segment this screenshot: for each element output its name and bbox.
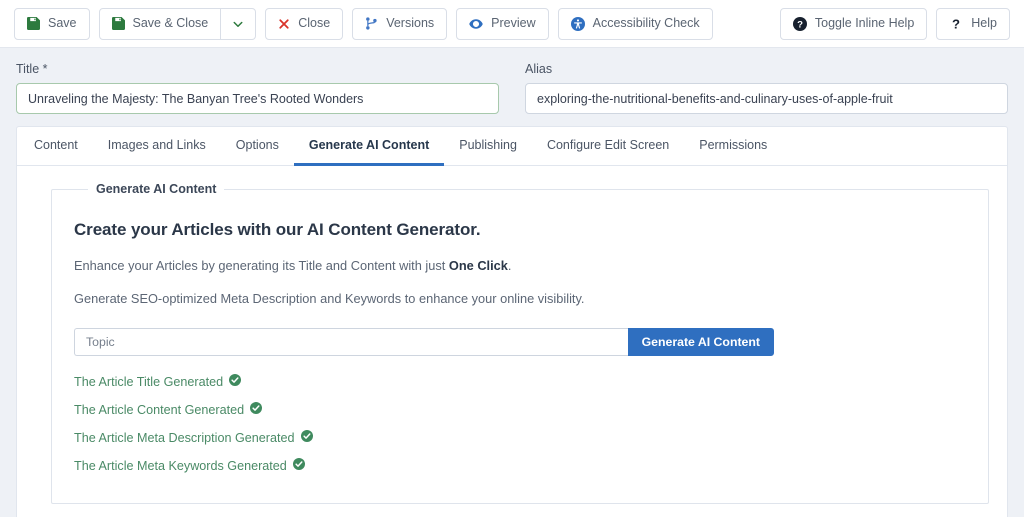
status-label: The Article Content Generated [74,402,245,417]
paragraph-1-pre: Enhance your Articles by generating its … [74,258,449,273]
fieldset-legend: Generate AI Content [96,182,217,196]
fieldset-paragraph-1: Enhance your Articles by generating its … [74,258,966,273]
generation-status-list: The Article Title Generated The Article … [74,374,966,473]
tab-generate-ai-content[interactable]: Generate AI Content [293,127,445,166]
help-button[interactable]: ? Help [936,7,1010,40]
check-circle-icon [292,458,305,473]
fieldset-headline: Create your Articles with our AI Content… [74,220,481,239]
alias-input[interactable] [525,83,1008,114]
versions-button-label: Versions [386,16,435,31]
alias-field-group: Alias [525,62,1008,114]
topic-input-row: Generate AI Content [74,328,774,356]
check-circle-icon [250,402,263,417]
save-and-close-group: Save & Close [98,7,257,40]
versions-button[interactable]: Versions [352,7,448,40]
fieldset-paragraph-2: Generate SEO-optimized Meta Description … [74,291,585,306]
status-label: The Article Meta Description Generated [74,430,295,445]
tab-configure-edit-screen[interactable]: Configure Edit Screen [532,127,684,166]
preview-button[interactable]: Preview [456,7,549,40]
toggle-inline-help-label: Toggle Inline Help [814,16,915,31]
save-floppy-icon [111,17,125,30]
title-label: Title * [16,62,48,76]
close-button[interactable]: Close [265,7,344,40]
tab-options[interactable]: Options [221,127,294,166]
accessibility-check-label: Accessibility Check [592,16,700,31]
accessibility-check-button[interactable]: Accessibility Check [557,7,713,40]
editor-tabs: Content Images and Links Options Generat… [17,127,1007,166]
save-button[interactable]: Save [14,7,90,40]
generate-ai-content-fieldset: Generate AI Content Create your Articles… [51,182,989,504]
topic-input[interactable] [74,328,628,356]
tab-images-and-links[interactable]: Images and Links [93,127,221,166]
editor-panel: Content Images and Links Options Generat… [16,126,1008,517]
close-x-icon [278,18,290,30]
close-button-label: Close [298,16,331,31]
panel-body: Generate AI Content Create your Articles… [17,166,1007,517]
tab-content[interactable]: Content [19,127,93,166]
chevron-down-icon [232,18,244,30]
status-title-generated: The Article Title Generated [74,374,966,389]
check-circle-icon [229,374,242,389]
tab-permissions[interactable]: Permissions [684,127,782,166]
alias-label: Alias [525,62,553,76]
editor-toolbar: Save Save & Close Close Versions Preview… [0,0,1024,48]
tab-publishing[interactable]: Publishing [444,127,532,166]
help-button-label: Help [971,16,997,31]
eye-icon [469,17,483,31]
status-content-generated: The Article Content Generated [74,402,966,417]
save-and-close-button[interactable]: Save & Close [98,7,222,40]
title-alias-row: Title * Alias [0,48,1024,126]
svg-text:?: ? [952,17,960,31]
save-floppy-icon [27,17,40,30]
question-mark-icon: ? [949,17,963,31]
code-branch-icon [365,17,378,30]
status-label: The Article Title Generated [74,374,224,389]
paragraph-1-bold: One Click [448,258,508,273]
universal-access-icon [570,16,585,31]
check-circle-icon [300,430,313,445]
save-and-close-label: Save & Close [132,16,209,31]
status-meta-description-generated: The Article Meta Description Generated [74,430,966,445]
save-dropdown-toggle[interactable] [221,7,257,40]
status-label: The Article Meta Keywords Generated [74,458,287,473]
title-field-group: Title * [16,62,499,114]
svg-text:?: ? [797,19,803,30]
save-button-label: Save [48,16,77,31]
paragraph-1-post: . [507,258,512,273]
title-input[interactable] [16,83,499,114]
toggle-inline-help-button[interactable]: ? Toggle Inline Help [779,7,928,40]
preview-button-label: Preview [491,16,536,31]
status-meta-keywords-generated: The Article Meta Keywords Generated [74,458,966,473]
generate-ai-content-button[interactable]: Generate AI Content [627,328,774,356]
question-circle-icon: ? [792,16,807,31]
